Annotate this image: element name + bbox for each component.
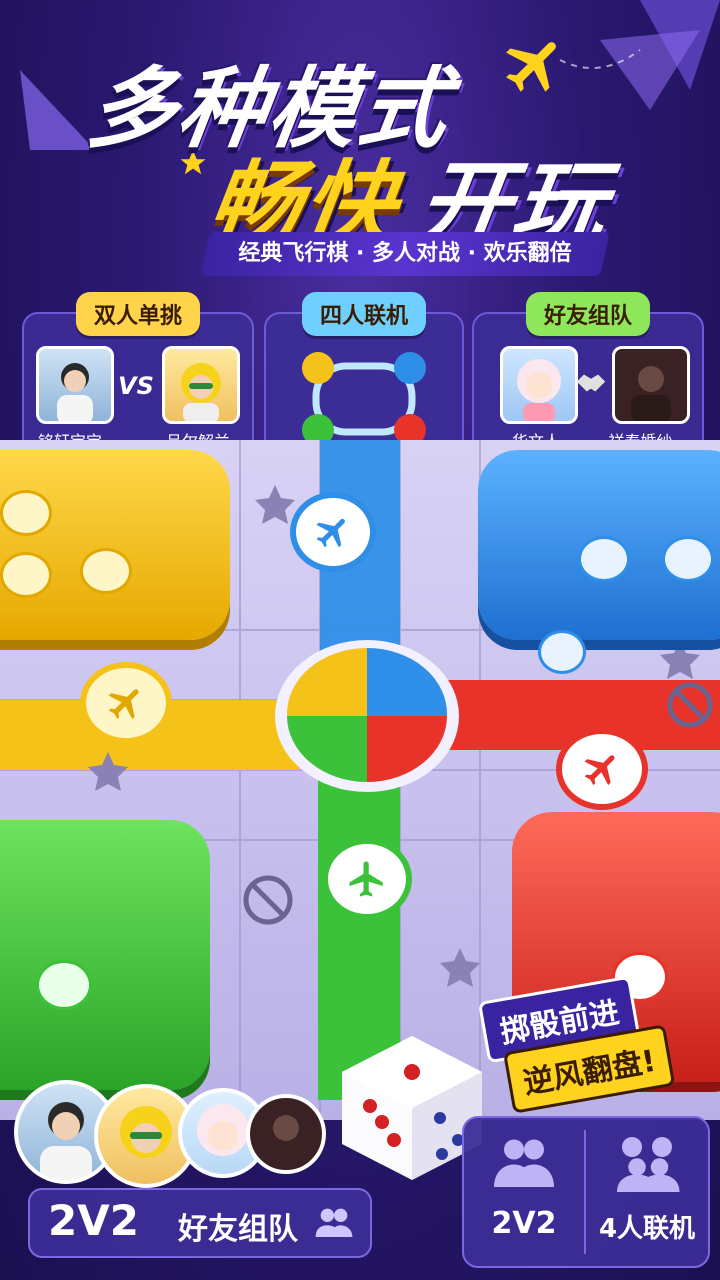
mode-button-2v2-label: 2V2 [491, 1206, 557, 1241]
yellow-home-piece[interactable] [0, 490, 52, 536]
yellow-home-piece[interactable] [0, 552, 52, 598]
team-avatars [14, 1080, 344, 1190]
team-mode-bold: 2V2 [48, 1196, 139, 1245]
avatar-dark-photo-icon [273, 1115, 299, 1141]
plane-icon [316, 518, 345, 548]
yellow-base [0, 450, 230, 640]
mode-tag-four: 四人联机 [301, 292, 427, 336]
avatar [162, 346, 240, 424]
avatar [36, 346, 114, 424]
blue-home-piece[interactable] [662, 536, 714, 582]
plane-icon [108, 689, 139, 720]
vs-label: VS [118, 372, 154, 400]
mode-button-4p[interactable]: 4人联机 [586, 1118, 708, 1266]
avatar-yellow-hood-icon [181, 363, 221, 421]
subtitle-text: 经典飞行棋 · 多人对战 · 欢乐翻倍 [238, 241, 572, 266]
plane-icon [506, 42, 556, 92]
subtitle-banner: 经典飞行棋 · 多人对战 · 欢乐翻倍 [200, 232, 610, 276]
group-icon [617, 1137, 680, 1192]
avatar [612, 346, 690, 424]
avatar [500, 346, 578, 424]
avatar-child-icon [57, 363, 93, 421]
green-base [0, 820, 210, 1090]
blue-plane-piece[interactable] [290, 492, 376, 572]
users-icon [494, 1139, 554, 1187]
mode-tag-duel: 双人单挑 [75, 292, 201, 336]
avatar-dark-photo-icon [631, 366, 671, 421]
mode-select-panel: 2V2 4人联机 [462, 1116, 710, 1268]
red-plane-piece[interactable] [556, 728, 648, 810]
center-color-wheel [275, 640, 459, 792]
mode-button-4p-label: 4人联机 [598, 1214, 696, 1244]
team-mode-bar[interactable]: 2V2 好友组队 [28, 1188, 372, 1258]
team-mode-label: 好友组队 [178, 1212, 298, 1247]
plane-icon [349, 861, 383, 897]
blue-track-piece[interactable] [538, 630, 586, 674]
handshake-icon [576, 374, 606, 392]
four-color-ring-icon [302, 352, 426, 446]
green-plane-piece[interactable] [322, 838, 412, 920]
avatar-anime-girl-icon [517, 359, 561, 421]
group-icon [315, 1208, 353, 1237]
blue-home-piece[interactable] [578, 536, 630, 582]
mode-tag-team: 好友组队 [525, 292, 651, 336]
plane-icon [584, 755, 615, 786]
green-home-piece[interactable] [36, 960, 92, 1010]
yellow-home-piece[interactable] [80, 548, 132, 594]
game-promo-screen: 多种模式 畅快 开玩 经典飞行棋 · 多人对战 · 欢乐翻倍 双人单挑 VS 铭… [0, 0, 720, 1280]
avatar[interactable] [246, 1094, 326, 1174]
yellow-plane-piece[interactable] [80, 662, 172, 744]
mode-button-2v2[interactable]: 2V2 [464, 1118, 584, 1266]
